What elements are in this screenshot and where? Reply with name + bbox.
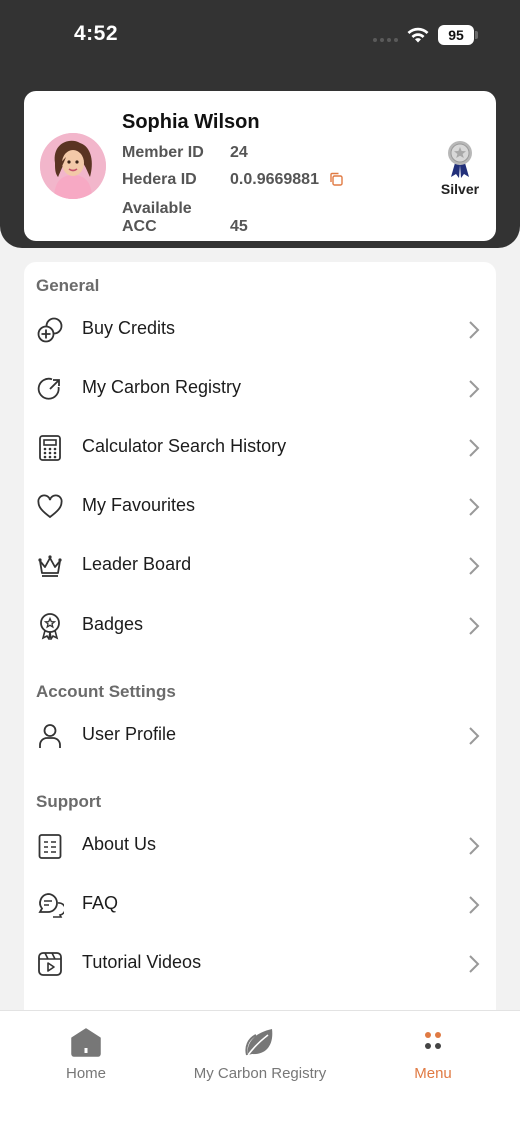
profile-card: Sophia Wilson Member ID 24 Hedera ID 0.0.9…: [24, 91, 496, 241]
nav-menu-label: Menu: [414, 1065, 452, 1082]
leaf-icon: [245, 1029, 273, 1056]
profile-name: Sophia Wilson: [122, 111, 260, 133]
hedera-id-row: Hedera ID 0.0.9669881: [122, 171, 344, 189]
buy-credits-icon: [37, 317, 63, 343]
member-id-label: Member ID: [122, 144, 204, 161]
tier-badge: Silver: [440, 139, 480, 197]
menu-item-leader-board[interactable]: Leader Board: [24, 540, 496, 592]
available-acc-value: 45: [230, 218, 248, 235]
cellular-signal-icon: [373, 28, 398, 42]
menu-item-user-profile[interactable]: User Profile: [24, 710, 496, 762]
chevron-right-icon: [469, 896, 480, 914]
menu-item-badges[interactable]: Badges: [24, 600, 496, 652]
home-icon: [71, 1028, 101, 1057]
chevron-right-icon: [469, 617, 480, 635]
menu-label: Leader Board: [82, 554, 192, 574]
menu-label: Badges: [82, 614, 144, 634]
silver-medal-icon: [448, 141, 472, 178]
chevron-right-icon: [469, 557, 480, 575]
calculator-icon: [39, 435, 61, 461]
member-id-value: 24: [230, 144, 248, 161]
nav-carbon-registry[interactable]: My Carbon Registry: [190, 1027, 330, 1082]
battery-icon: 95: [438, 25, 478, 45]
menu-dots-icon: [425, 1032, 441, 1049]
menu-label: Buy Credits: [82, 318, 176, 338]
crown-icon: [38, 555, 62, 577]
user-icon: [39, 724, 61, 748]
menu-item-carbon-registry[interactable]: My Carbon Registry: [24, 363, 496, 415]
hedera-id-label: Hedera ID: [122, 171, 197, 188]
menu-label: FAQ: [82, 893, 119, 913]
menu-card: General Buy Credits My Carbon Registry C…: [24, 262, 496, 1022]
nav-home-label: Home: [65, 1065, 106, 1082]
menu-item-faq[interactable]: FAQ: [24, 879, 496, 931]
tier-label: Silver: [440, 181, 480, 197]
chevron-right-icon: [469, 837, 480, 855]
menu-label: My Carbon Registry: [82, 377, 242, 397]
status-indicators: 95: [373, 24, 478, 46]
menu-item-favourites[interactable]: My Favourites: [24, 481, 496, 533]
menu-item-about-us[interactable]: About Us: [24, 820, 496, 872]
copy-icon[interactable]: [329, 172, 344, 186]
menu-item-calculator-history[interactable]: Calculator Search History: [24, 422, 496, 474]
carbon-registry-icon: [37, 377, 60, 400]
section-title-account-settings: Account Settings: [36, 682, 176, 701]
menu-label: My Favourites: [82, 495, 196, 515]
nav-menu[interactable]: Menu: [393, 1027, 473, 1082]
avatar[interactable]: [40, 133, 106, 199]
wifi-icon: [407, 27, 429, 43]
member-id-row: Member ID 24: [122, 144, 248, 162]
chevron-right-icon: [469, 727, 480, 745]
nav-carbon-registry-label: My Carbon Registry: [193, 1065, 327, 1082]
menu-item-tutorial-videos[interactable]: Tutorial Videos: [24, 938, 496, 990]
chevron-right-icon: [469, 498, 480, 516]
hedera-id-value: 0.0.9669881: [230, 171, 319, 188]
menu-label: Calculator Search History: [82, 436, 287, 456]
document-icon: [38, 834, 62, 859]
menu-label: User Profile: [82, 724, 177, 744]
chevron-right-icon: [469, 321, 480, 339]
heart-icon: [37, 494, 63, 519]
status-bar: 4:52 95: [0, 0, 520, 70]
video-icon: [38, 952, 62, 976]
bottom-navigation: Home My Carbon Registry Menu: [0, 1010, 520, 1128]
avatar-illustration: [40, 133, 106, 199]
badge-icon: [40, 613, 60, 640]
section-title-support: Support: [36, 792, 102, 811]
available-acc-label: Available ACC: [122, 200, 192, 235]
menu-label: About Us: [82, 834, 157, 854]
chevron-right-icon: [469, 439, 480, 457]
status-time: 4:52: [74, 22, 119, 45]
nav-home[interactable]: Home: [46, 1027, 126, 1082]
menu-label: Tutorial Videos: [82, 952, 202, 972]
available-acc-row: Available ACC 45: [122, 200, 248, 236]
chevron-right-icon: [469, 380, 480, 398]
menu-item-buy-credits[interactable]: Buy Credits: [24, 304, 496, 356]
chevron-right-icon: [469, 955, 480, 973]
section-title-general: General: [36, 276, 100, 295]
chat-icon: [38, 893, 64, 918]
